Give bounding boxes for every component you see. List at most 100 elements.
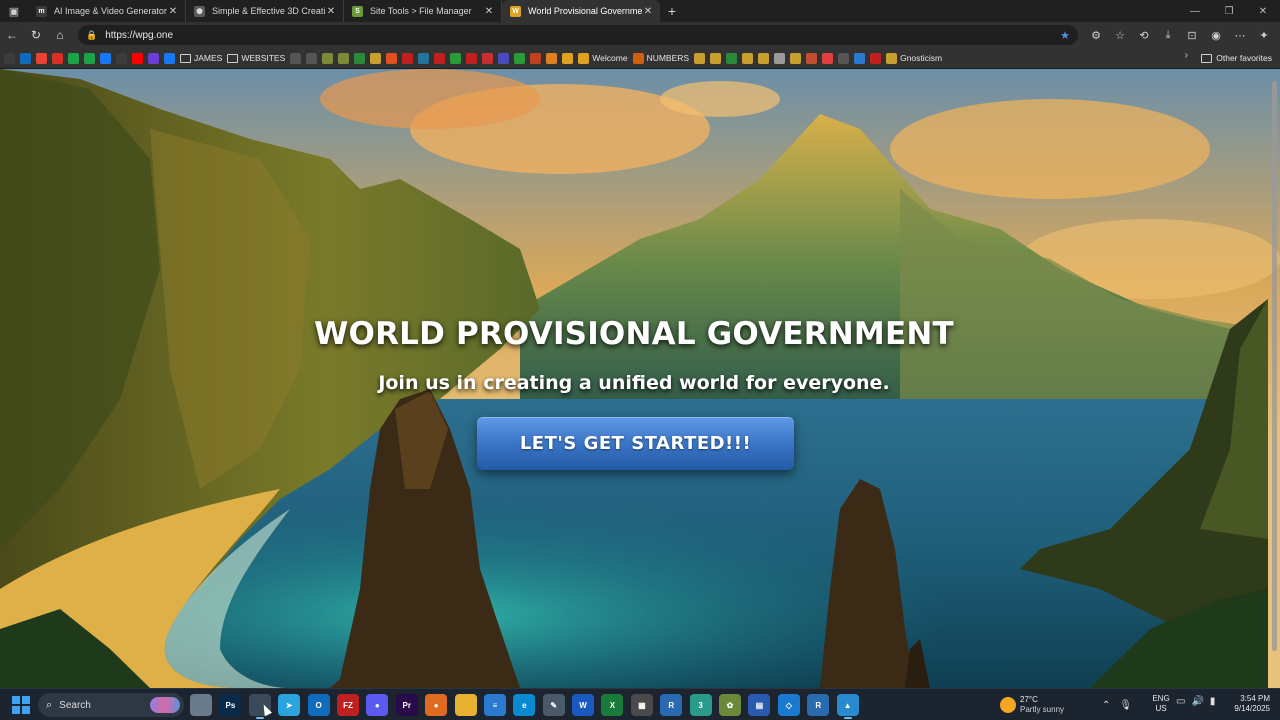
favorite-item[interactable] [710,49,722,67]
document-icon[interactable]: ▤ [748,694,771,716]
favorite-item[interactable] [322,49,334,67]
favorite-websites[interactable]: WEBSITES [227,49,285,67]
close-window-icon[interactable]: ✕ [1246,0,1280,22]
system-icons[interactable]: ▭ 🔊 ▮ [1176,696,1221,707]
favorite-item[interactable] [742,49,754,67]
scrollbar-thumb[interactable] [1272,81,1277,651]
favorite-item[interactable] [694,49,706,67]
favorite-item[interactable] [132,49,143,67]
edge-icon[interactable]: e [513,694,536,716]
favorite-item[interactable] [68,49,79,67]
favorite-item[interactable] [838,49,850,67]
favorite-item[interactable] [52,49,63,67]
app-icon[interactable]: R [660,694,683,716]
url-text[interactable]: https://wpg.one [105,30,173,41]
favorite-item[interactable] [854,49,866,67]
favorites-icon[interactable]: ☆ [1108,23,1132,47]
premiere-icon[interactable]: Pr [395,694,418,716]
favorite-item[interactable] [806,49,818,67]
language-indicator[interactable]: ENG US [1149,694,1173,714]
other-favorites[interactable]: Other favorites [1201,49,1272,67]
page-scrollbar[interactable] [1269,69,1280,688]
favorite-item[interactable] [164,49,175,67]
get-started-button[interactable]: LET'S GET STARTED!!! [477,417,794,470]
favorite-item[interactable] [434,49,446,67]
favorite-item[interactable] [116,49,127,67]
history-icon[interactable]: ⟲ [1132,23,1156,47]
favorite-item[interactable] [514,49,526,67]
favorite-item[interactable] [290,49,302,67]
windows-start-icon[interactable] [12,696,30,714]
tab-close-icon[interactable]: ✕ [483,6,495,17]
favorite-item[interactable] [84,49,95,67]
app-icon[interactable]: ● [366,694,389,716]
favorite-item[interactable] [530,49,542,67]
favorite-welcome[interactable]: Welcome [578,49,628,67]
firefox-icon[interactable]: ● [425,694,448,716]
favorite-item[interactable] [354,49,366,67]
favorite-item[interactable] [100,49,111,67]
favorite-star-icon[interactable]: ★ [1060,29,1070,42]
telegram-icon[interactable]: ➤ [278,694,301,716]
downloads-icon[interactable]: ⤓ [1156,23,1180,47]
home-icon[interactable]: ⌂ [48,23,72,47]
address-bar[interactable]: 🔒 https://wpg.one ★ [78,25,1078,45]
microphone-icon[interactable]: 🎙 [1119,700,1132,711]
app-icon[interactable]: ✿ [719,694,742,716]
app-icon[interactable]: ▲ [836,694,859,719]
file-explorer-icon[interactable] [190,694,212,716]
favorite-gnosticism[interactable]: Gnosticism [886,49,942,67]
favorite-item[interactable] [450,49,462,67]
chevron-right-icon[interactable]: › [1185,50,1188,61]
maximize-icon[interactable]: ❐ [1212,0,1246,22]
tab-actions-icon[interactable]: ▣ [0,0,28,22]
taskbar-search[interactable]: ⌕ Search [38,693,184,717]
favorite-item[interactable] [370,49,382,67]
filezilla-icon[interactable]: FZ [336,694,359,716]
favorite-item[interactable] [148,49,159,67]
favorite-item[interactable] [4,49,15,67]
favorite-item[interactable] [466,49,478,67]
tab[interactable]: m AI Image & Video Generator - Fr✕ [28,0,186,22]
tab[interactable]: S Site Tools > File Manager ✕ [344,0,502,22]
notepad-icon[interactable]: ≡ [483,694,506,716]
favorite-item[interactable] [822,49,834,67]
app-icon[interactable]: 3 [689,694,712,716]
favorite-item[interactable] [790,49,802,67]
tab[interactable]: W World Provisional Government ✕ [502,0,660,22]
tab-close-icon[interactable]: ✕ [325,6,337,17]
folder-icon[interactable] [454,694,477,716]
favorite-item[interactable] [20,49,31,67]
menu-icon[interactable]: ⋯ [1228,23,1252,47]
favorite-item[interactable] [726,49,738,67]
inkscape-icon[interactable]: ✎ [542,694,565,716]
favorite-numbers[interactable]: NUMBERS [632,49,689,67]
photoshop-icon[interactable]: Ps [219,694,242,716]
lock-icon[interactable]: 🔒 [86,30,97,41]
favorite-item[interactable] [386,49,398,67]
favorite-item[interactable] [562,49,574,67]
screenshot-icon[interactable]: ⊡ [1180,23,1204,47]
back-icon[interactable]: ← [0,23,24,47]
app-icon[interactable]: R [807,694,830,716]
favorite-item[interactable] [402,49,414,67]
weather-widget[interactable]: 27°C Partly sunny [1000,693,1064,717]
calculator-icon[interactable]: ▦ [630,694,653,716]
vscode-icon[interactable]: ◇ [777,694,800,716]
profile-icon[interactable]: ◉ [1204,23,1228,47]
favorite-item[interactable] [546,49,558,67]
tab[interactable]: ◍ Simple & Effective 3D Creations |✕ [186,0,344,22]
minimize-icon[interactable]: — [1178,0,1212,22]
tab-close-icon[interactable]: ✕ [642,6,654,17]
new-tab-button[interactable]: + [660,0,684,22]
extensions-icon[interactable]: ⚙ [1084,23,1108,47]
favorite-james[interactable]: JAMES [180,49,222,67]
chevron-up-icon[interactable]: ⌃ [1102,700,1110,711]
favorite-item[interactable] [774,49,786,67]
favorite-item[interactable] [338,49,350,67]
favorite-item[interactable] [306,49,318,67]
favorite-item[interactable] [482,49,494,67]
refresh-icon[interactable]: ↻ [24,23,48,47]
favorite-item[interactable] [498,49,510,67]
copilot-icon[interactable]: ✦ [1252,23,1276,47]
